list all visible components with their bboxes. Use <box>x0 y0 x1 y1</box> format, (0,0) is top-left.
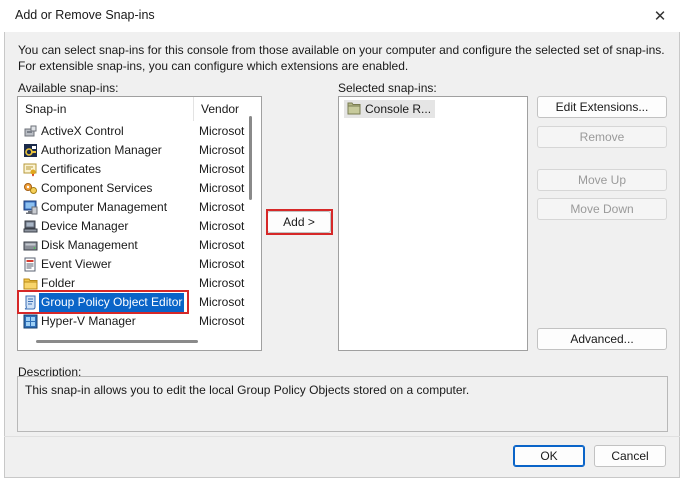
list-item-authorization-manager[interactable]: Authorization Manager Microsot <box>18 141 252 160</box>
list-item-group-policy-object-editor[interactable]: Group Policy Object Editor Microsot <box>18 293 252 312</box>
advanced-button[interactable]: Advanced... <box>537 328 667 350</box>
snapin-vendor: Microsot <box>199 295 245 309</box>
window-title: Add or Remove Snap-ins <box>15 8 155 22</box>
intro-line-1: You can select snap-ins for this console… <box>18 43 665 57</box>
close-button[interactable]: ✕ <box>644 2 676 30</box>
snapin-vendor: Microsot <box>199 276 245 290</box>
snapin-name: Device Manager <box>41 219 129 233</box>
snapin-vendor: Microsot <box>199 181 245 195</box>
computer-management-icon <box>23 200 38 215</box>
snapin-name: Computer Management <box>41 200 168 214</box>
selected-snapins-label: Selected snap-ins: <box>338 81 437 95</box>
list-item-certificates[interactable]: Certificates Microsot <box>18 160 252 179</box>
device-manager-icon <box>23 219 38 234</box>
snapin-vendor: Microsot <box>199 200 245 214</box>
available-list-vertical-scrollbar[interactable] <box>249 116 252 200</box>
snapin-vendor: Microsot <box>199 219 245 233</box>
activex-icon <box>23 124 38 139</box>
selected-item-console-root[interactable]: Console R... <box>344 100 436 118</box>
certificate-icon <box>23 162 38 177</box>
title-bar: Add or Remove Snap-ins ✕ <box>4 0 680 32</box>
snapin-vendor: Microsot <box>199 314 245 328</box>
snapin-name: ActiveX Control <box>41 124 124 138</box>
snapin-vendor: Microsot <box>199 257 245 271</box>
list-item-component-services[interactable]: Component Services Microsot <box>18 179 252 198</box>
column-header-snapin[interactable]: Snap-in <box>18 97 194 121</box>
snapin-vendor: Microsot <box>199 238 245 252</box>
snapin-name: Folder <box>41 276 76 290</box>
add-button[interactable]: Add > <box>267 211 331 233</box>
snapin-vendor: Microsot <box>199 124 245 138</box>
snapin-name: Component Services <box>41 181 153 195</box>
list-item-folder[interactable]: Folder Microsot <box>18 274 252 293</box>
footer-separator <box>4 436 680 437</box>
event-viewer-icon <box>23 257 38 272</box>
intro-text: You can select snap-ins for this console… <box>18 42 668 74</box>
component-services-icon <box>23 181 38 196</box>
disk-management-icon <box>23 238 38 253</box>
description-box: This snap-in allows you to edit the loca… <box>17 376 668 432</box>
snapin-name: Disk Management <box>41 238 138 252</box>
snapin-name: Event Viewer <box>41 257 112 271</box>
snapin-vendor: Microsot <box>199 143 245 157</box>
column-header-vendor[interactable]: Vendor <box>194 97 252 121</box>
ok-button[interactable]: OK <box>513 445 585 467</box>
move-up-button[interactable]: Move Up <box>537 169 667 191</box>
list-item-event-viewer[interactable]: Event Viewer Microsot <box>18 255 252 274</box>
list-item-activex-control[interactable]: ActiveX Control Microsot <box>18 122 252 141</box>
selected-item-name: Console R... <box>365 102 432 116</box>
group-policy-icon <box>23 295 38 310</box>
available-snapins-label: Available snap-ins: <box>18 81 119 95</box>
description-text: This snap-in allows you to edit the loca… <box>25 383 470 397</box>
snapin-name: Authorization Manager <box>41 143 162 157</box>
snapin-name: Certificates <box>41 162 102 176</box>
remove-button[interactable]: Remove <box>537 126 667 148</box>
move-down-button[interactable]: Move Down <box>537 198 667 220</box>
list-item-hyper-v-manager[interactable]: Hyper-V Manager Microsot <box>18 312 252 331</box>
intro-line-2: For extensible snap-ins, you can configu… <box>18 59 409 73</box>
edit-extensions-button[interactable]: Edit Extensions... <box>537 96 667 118</box>
authorization-icon <box>23 143 38 158</box>
hyperv-icon <box>23 314 38 329</box>
snapin-name: Group Policy Object Editor <box>39 293 185 312</box>
snapin-name: Hyper-V Manager <box>41 314 136 328</box>
available-snapins-list[interactable]: Snap-in Vendor ActiveX Control Microsot … <box>17 96 262 351</box>
list-item-disk-management[interactable]: Disk Management Microsot <box>18 236 252 255</box>
folder-icon <box>347 102 361 115</box>
folder-icon <box>23 276 38 291</box>
snapin-vendor: Microsot <box>199 162 245 176</box>
list-item-computer-management[interactable]: Computer Management Microsot <box>18 198 252 217</box>
cancel-button[interactable]: Cancel <box>594 445 666 467</box>
list-item-device-manager[interactable]: Device Manager Microsot <box>18 217 252 236</box>
selected-snapins-list[interactable]: Console R... <box>338 96 528 351</box>
available-list-horizontal-scrollbar[interactable] <box>36 340 198 343</box>
